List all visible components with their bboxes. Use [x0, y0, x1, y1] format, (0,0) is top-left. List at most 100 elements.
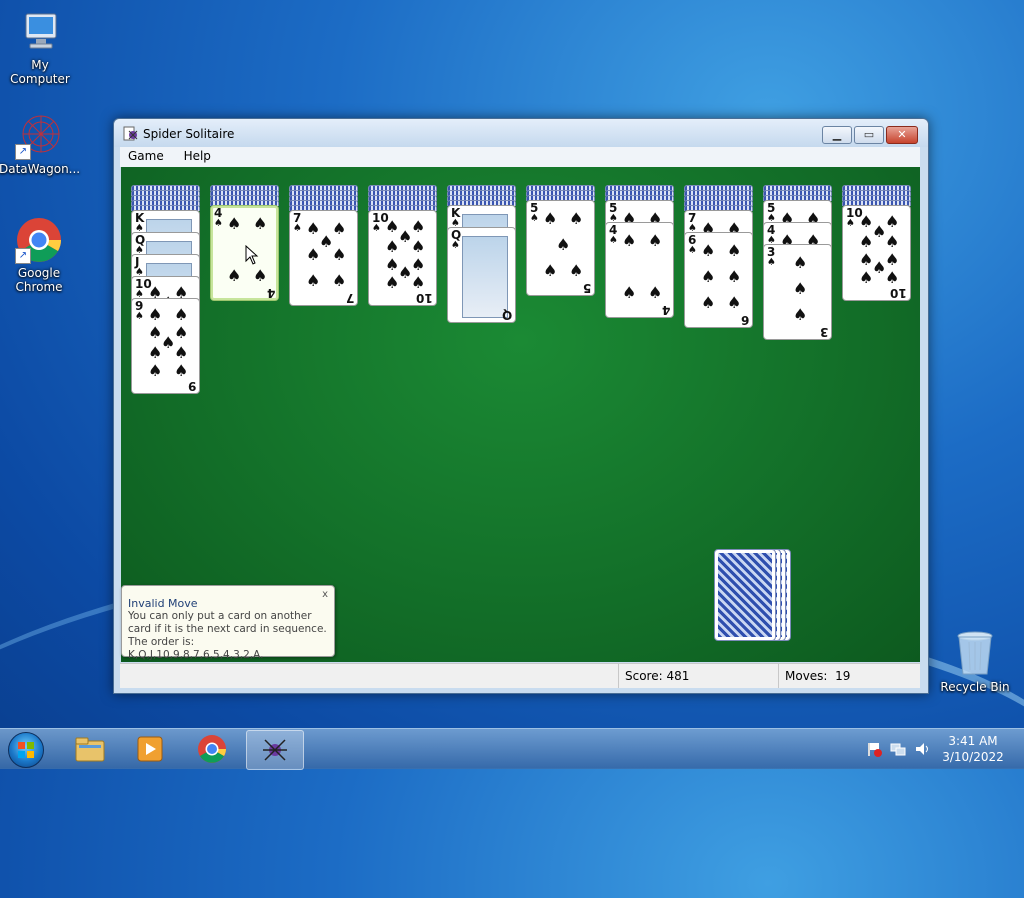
taskbar: 3:41 AM 3/10/2022 [0, 728, 1024, 770]
shortcut-arrow-icon: ↗ [15, 248, 31, 264]
card-rank: 7 [345, 291, 354, 305]
card-rank: 4 [266, 286, 275, 300]
folder-icon [75, 737, 105, 762]
spade-pip-icon: ♠ [727, 241, 742, 260]
spade-suit-icon: ♠ [451, 240, 460, 251]
spade-pip-icon: ♠ [569, 261, 584, 280]
spade-pip-icon: ♠ [859, 268, 874, 287]
tooltip-close-button[interactable]: x [322, 589, 328, 600]
taskbar-chrome[interactable] [184, 730, 240, 768]
score-label: Score: [625, 669, 663, 683]
spider-app-icon [123, 126, 139, 142]
desktop-icon-label: Recycle Bin [940, 680, 1010, 694]
spade-suit-icon: ♠ [767, 257, 776, 268]
shortcut-arrow-icon: ↗ [15, 144, 31, 160]
close-button[interactable]: ✕ [886, 126, 918, 144]
spade-pip-icon: ♠ [885, 250, 900, 269]
desktop-icon-label: Google Chrome [15, 266, 63, 294]
spade-pip-icon: ♠ [543, 261, 558, 280]
spade-pip-icon: ♠ [411, 273, 426, 292]
chrome-icon: ↗ [15, 216, 63, 264]
spade-suit-icon: ♠ [609, 235, 618, 246]
spade-suit-icon: ♠ [688, 245, 697, 256]
spade-pip-icon: ♠ [411, 255, 426, 274]
playing-card[interactable]: 6 ♠ ♠ ♠ ♠ ♠ ♠ ♠ 6 [684, 232, 753, 328]
card-rank: 9 [187, 379, 196, 393]
computer-icon [16, 8, 64, 56]
taskbar-clock[interactable]: 3:41 AM 3/10/2022 [940, 733, 1006, 765]
desktop-icon-google-chrome[interactable]: ↗ Google Chrome [0, 216, 79, 294]
spade-pip-icon: ♠ [648, 283, 663, 302]
action-center-flag-icon[interactable] [866, 741, 882, 760]
spade-pip-icon: ♠ [174, 305, 189, 324]
stock-pile[interactable] [714, 549, 776, 641]
spider-icon [263, 739, 287, 761]
desktop-icon-my-computer[interactable]: My Computer [0, 8, 80, 86]
spade-pip-icon: ♠ [727, 267, 742, 286]
taskbar-spider-solitaire[interactable] [246, 730, 304, 770]
tooltip-body: You can only put a card on another card … [128, 610, 328, 662]
playing-card[interactable]: 3 ♠ ♠ ♠ ♠ 3 [763, 244, 832, 340]
window-title: Spider Solitaire [143, 127, 235, 141]
spade-pip-icon: ♠ [253, 214, 268, 233]
spade-pip-icon: ♠ [332, 219, 347, 238]
desktop-icon-recycle-bin[interactable]: Recycle Bin [935, 630, 1015, 694]
tooltip-line: card if it is the next card in sequence. [128, 623, 327, 635]
spade-suit-icon: ♠ [135, 311, 144, 322]
taskbar-media-player[interactable] [122, 730, 178, 768]
playing-card[interactable]: 9 ♠ ♠ ♠ ♠ ♠ ♠ ♠ ♠ ♠ ♠ 9 [131, 298, 200, 394]
card-back [718, 553, 772, 637]
spade-pip-icon: ♠ [622, 283, 637, 302]
spade-pip-icon: ♠ [793, 305, 808, 324]
spade-suit-icon: ♠ [214, 218, 223, 229]
clock-date: 3/10/2022 [942, 750, 1004, 764]
spade-pip-icon: ♠ [411, 237, 426, 256]
spade-pip-icon: ♠ [885, 212, 900, 231]
windows-logo-icon [18, 742, 34, 758]
desktop-icon-datawagon[interactable]: ↗ DataWagon... [0, 112, 81, 176]
spade-pip-icon: ♠ [701, 293, 716, 312]
spade-suit-icon: ♠ [293, 223, 302, 234]
spade-pip-icon: ♠ [332, 245, 347, 264]
card-rank: Q [501, 308, 512, 322]
spade-pip-icon: ♠ [148, 305, 163, 324]
menu-bar: Game Help [120, 147, 920, 167]
tooltip-line: You can only put a card on another [128, 610, 312, 622]
maximize-button[interactable]: ▭ [854, 126, 884, 144]
score-display: Score: 481 [618, 664, 777, 688]
spade-pip-icon: ♠ [306, 271, 321, 290]
playing-card[interactable]: 4♠♠♠♠♠4 [605, 222, 674, 318]
spade-pip-icon: ♠ [385, 273, 400, 292]
volume-icon[interactable] [914, 741, 930, 760]
moves-display: Moves: 19 [778, 664, 915, 688]
spade-pip-icon: ♠ [174, 361, 189, 380]
spade-pip-icon: ♠ [332, 271, 347, 290]
spade-pip-icon: ♠ [622, 231, 637, 250]
desktop-icon-label: DataWagon... [0, 162, 81, 176]
spade-pip-icon: ♠ [793, 253, 808, 272]
title-bar[interactable]: Spider Solitaire ▁ ▭ ✕ [114, 119, 928, 147]
menu-game[interactable]: Game [120, 147, 172, 165]
minimize-button[interactable]: ▁ [822, 126, 852, 144]
card-rank: 10 [890, 286, 907, 300]
playing-card[interactable]: Q♠Q [447, 227, 516, 323]
playing-card[interactable]: 7♠♠♠♠♠♠♠♠7 [289, 210, 358, 306]
spade-pip-icon: ♠ [556, 235, 571, 254]
card-rank: 10 [416, 291, 433, 305]
tooltip-line: The order is: K,Q,J,10,9,8,7,6,5,4,3,2,A… [128, 636, 264, 661]
playing-card[interactable]: 5♠♠♠♠♠♠5 [526, 200, 595, 296]
network-icon[interactable] [890, 741, 906, 760]
playing-card[interactable]: 10♠♠♠♠♠♠♠♠♠♠♠10 [842, 205, 911, 301]
spade-pip-icon: ♠ [174, 323, 189, 342]
spade-pip-icon: ♠ [543, 209, 558, 228]
menu-help[interactable]: Help [176, 147, 219, 165]
playing-card[interactable]: 10♠♠♠♠♠♠♠♠♠♠♠10 [368, 210, 437, 306]
spade-pip-icon: ♠ [411, 217, 426, 236]
spade-suit-icon: ♠ [372, 223, 381, 234]
start-button[interactable] [8, 732, 44, 768]
spade-pip-icon: ♠ [793, 279, 808, 298]
invalid-move-tooltip: x Invalid Move You can only put a card o… [121, 585, 335, 661]
spade-pip-icon: ♠ [174, 343, 189, 362]
datawagon-icon: ↗ [15, 112, 63, 160]
taskbar-explorer[interactable] [62, 730, 118, 768]
